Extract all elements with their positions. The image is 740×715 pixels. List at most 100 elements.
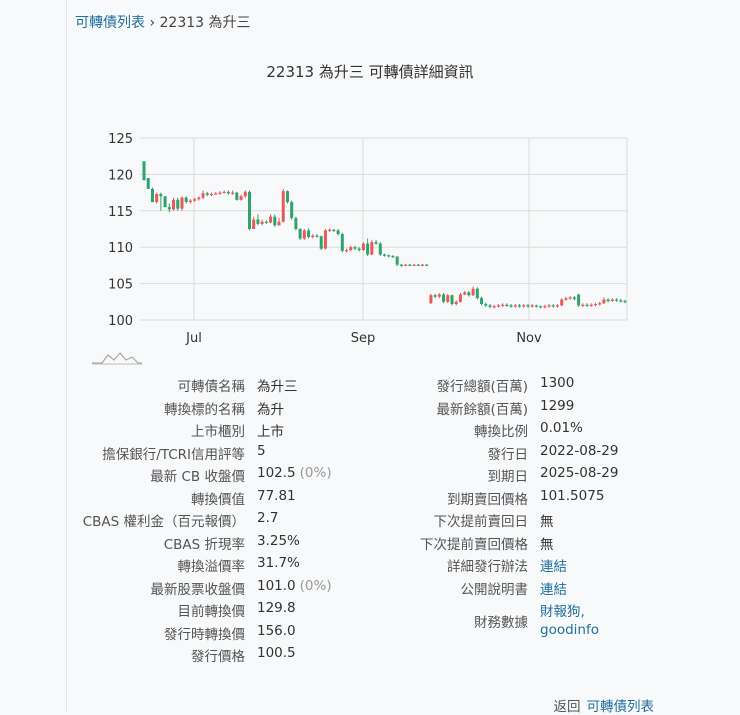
candle-body	[484, 303, 488, 306]
candle-body	[247, 191, 251, 229]
candle-body	[332, 229, 336, 231]
info-left-value-text: 3.25%	[257, 532, 300, 549]
info-left-value: 102.5 (0%)	[257, 465, 332, 481]
candle-body	[218, 192, 222, 194]
info-left-label: 可轉債名稱	[177, 379, 246, 395]
candle-body	[231, 192, 235, 194]
info-left-value-text: 77.81	[257, 487, 296, 504]
info-right-value-text: 無	[540, 514, 554, 530]
candle-body	[446, 295, 450, 302]
candle-body	[412, 264, 416, 266]
y-tick-label: 110	[108, 241, 133, 256]
candle-body	[205, 193, 209, 195]
candle-body	[163, 196, 167, 208]
candle-body	[370, 242, 374, 255]
candle-body	[201, 193, 205, 198]
candle-body	[214, 193, 218, 195]
chart-navigator-icon[interactable]	[92, 351, 142, 365]
candle-body	[399, 264, 403, 266]
candle-body	[222, 191, 226, 194]
candle-body	[429, 295, 433, 304]
info-right-value-text[interactable]: 財報狗,	[540, 604, 585, 620]
info-right-value-text: 1300	[540, 375, 575, 391]
candle-body	[408, 264, 412, 266]
info-right-value: 1300	[540, 375, 574, 391]
candle-body	[526, 305, 530, 307]
candle-body	[172, 199, 176, 210]
info-right-value-text: 2022-08-29	[540, 442, 619, 459]
info-left-value-text: 2.7	[257, 510, 279, 526]
y-tick-label: 125	[108, 132, 133, 147]
candle-body	[442, 294, 446, 302]
candle-body	[480, 298, 484, 304]
candle-body	[210, 194, 214, 196]
info-right-value-text[interactable]: 連結	[540, 559, 567, 575]
info-right-label: 轉換比例	[474, 424, 528, 440]
info-right-label: 財務數據	[474, 615, 528, 631]
candle-body	[450, 295, 454, 304]
candle-body	[307, 230, 311, 238]
footer-prefix: 返回	[553, 699, 581, 715]
candle-body	[383, 254, 386, 256]
info-left-value-text: 為升	[257, 401, 284, 418]
info-left-label: CBAS 權利金（百元報價）	[82, 514, 245, 530]
info-right-link[interactable]: 財報狗,	[540, 600, 585, 620]
info-left-label: 轉換溢價率	[177, 559, 246, 575]
candle-body	[357, 248, 361, 251]
footer-link-bond-list[interactable]: 可轉債列表	[587, 699, 655, 715]
candle-body	[159, 194, 163, 197]
y-tick-label: 105	[108, 278, 133, 293]
info-left-value-text: 上市	[257, 424, 284, 440]
candle-body	[142, 161, 146, 181]
candle-body	[530, 305, 534, 307]
info-right-value: 2022-08-29	[540, 443, 618, 459]
info-left-value-text: 為升三	[257, 379, 298, 395]
candle-body	[366, 243, 370, 255]
candle-body	[593, 303, 597, 306]
candle-body	[610, 299, 614, 302]
info-right-value-text: 無	[540, 536, 554, 553]
x-tick-label: Jul	[185, 331, 202, 346]
info-left-value: 為升	[257, 398, 284, 418]
info-right-label: 下次提前賣回日	[433, 514, 529, 530]
info-right-label: 下次提前賣回價格	[420, 536, 528, 553]
info-left-label: 最新 CB 收盤價	[150, 469, 245, 485]
info-left-value-text: 101.0	[257, 577, 296, 594]
info-right-link-goodinfo[interactable]: goodinfo	[540, 622, 599, 638]
info-right-link[interactable]: 連結	[540, 555, 567, 575]
candle-body	[188, 200, 192, 203]
candle-body	[496, 305, 500, 307]
candle-body	[290, 202, 294, 219]
y-tick-label: 120	[108, 168, 133, 183]
info-left-label: 目前轉換價	[177, 604, 246, 620]
candle-body	[269, 216, 273, 223]
info-left-value: 100.5	[257, 645, 296, 661]
info-right-link[interactable]: 連結	[540, 578, 567, 598]
candle-body	[374, 242, 378, 244]
candle-body	[568, 297, 572, 299]
candle-body	[391, 255, 395, 258]
candle-body	[458, 294, 462, 302]
candle-body	[560, 299, 564, 306]
candle-body	[488, 305, 492, 307]
candle-body	[615, 299, 619, 301]
info-right-value-text: 1299	[540, 397, 575, 414]
info-left-value: 為升三	[257, 375, 298, 395]
candle-body	[273, 216, 277, 226]
info-right-value-text[interactable]: 連結	[540, 582, 567, 598]
x-tick-label: Sep	[351, 331, 376, 346]
candle-body	[606, 299, 610, 302]
info-left-label: CBAS 折現率	[163, 536, 245, 553]
candle-body	[467, 292, 471, 296]
info-left-value: 2.7	[257, 510, 278, 526]
candle-body	[340, 234, 344, 251]
candle-body	[471, 288, 475, 296]
y-tick-label: 100	[108, 314, 133, 329]
candle-body	[547, 305, 551, 307]
candle-body	[505, 304, 509, 306]
candle-body	[564, 298, 568, 300]
candle-body	[319, 236, 323, 249]
info-left-label: 轉換標的名稱	[164, 401, 245, 418]
candle-body	[602, 299, 606, 304]
info-right-value: 無	[540, 510, 554, 530]
